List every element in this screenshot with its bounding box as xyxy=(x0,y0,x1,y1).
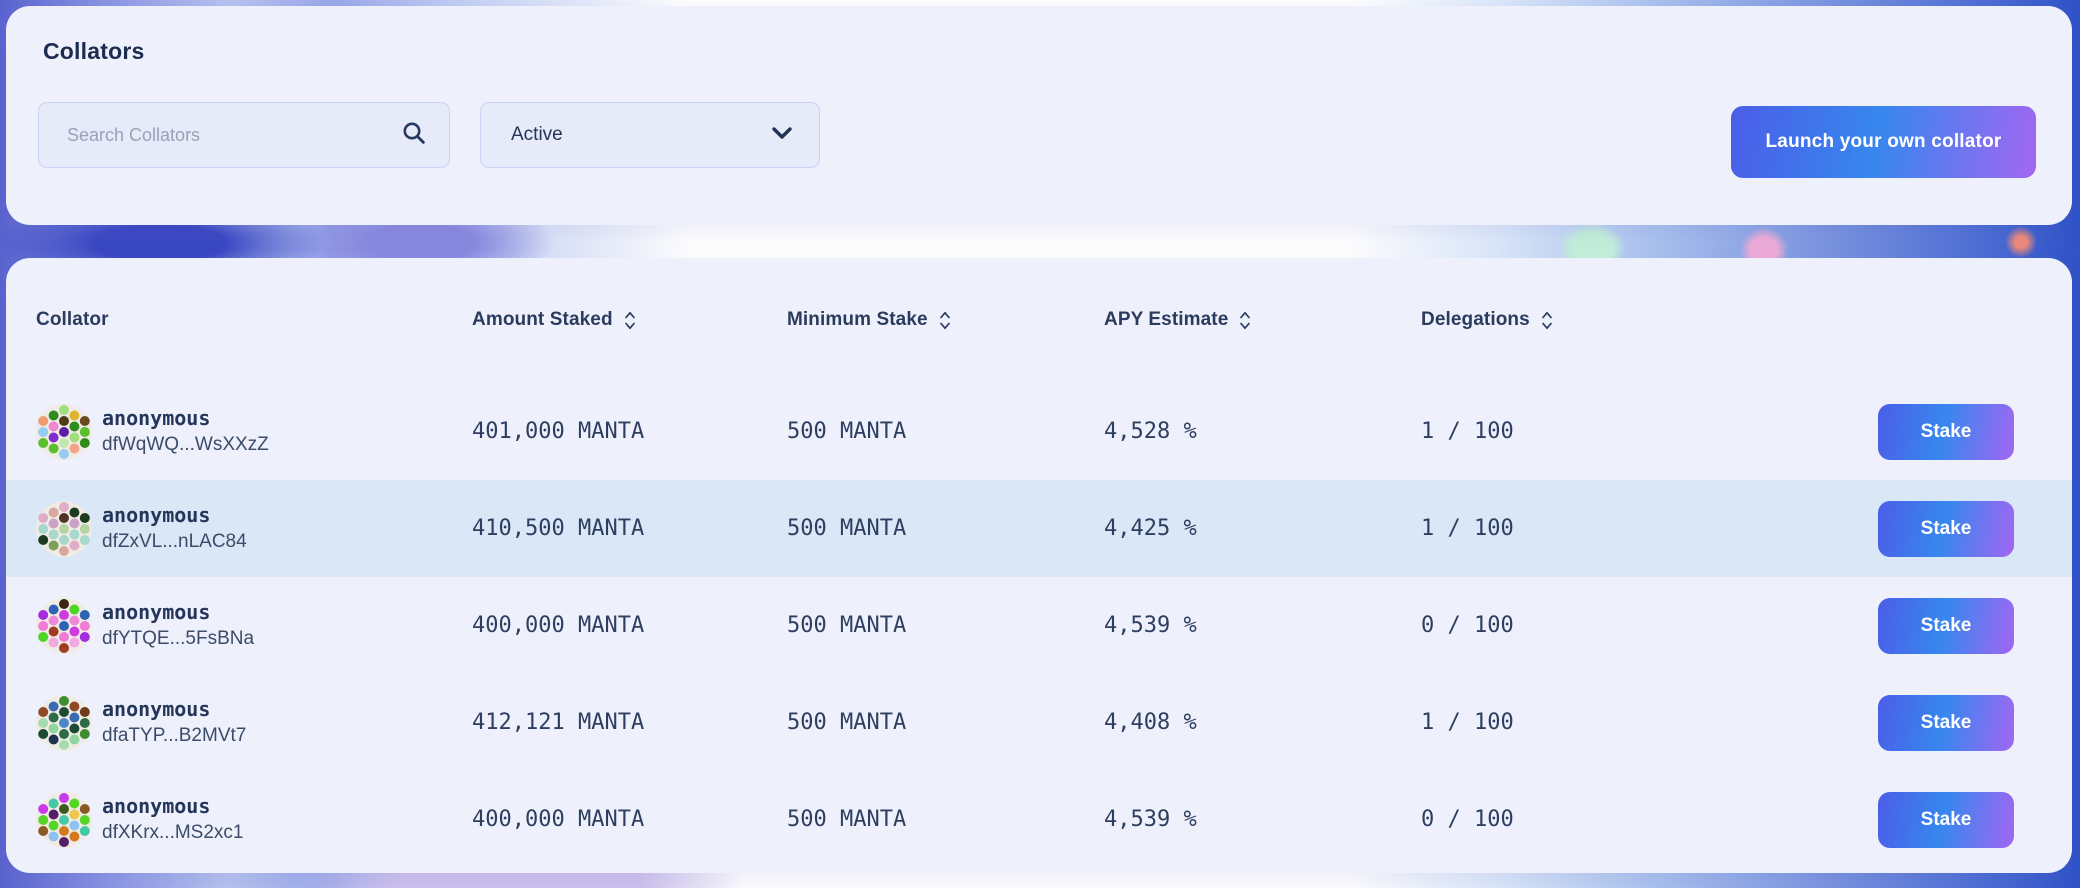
amount-staked-value: 412,121 MANTA xyxy=(472,710,787,735)
sort-arrows-icon[interactable] xyxy=(938,309,952,332)
collator-address: dfYTQE...5FsBNa xyxy=(102,626,254,652)
collator-name: anonymous xyxy=(102,502,247,529)
table-row: anonymous dfXKrx...MS2xc1 400,000 MANTA … xyxy=(6,771,2072,868)
collator-name: anonymous xyxy=(102,405,269,432)
column-header-amount-staked[interactable]: Amount Staked xyxy=(472,309,787,332)
apy-estimate-value: 4,408 % xyxy=(1104,710,1421,735)
table-header-row: Collator Amount Staked Minimum Stake APY Es… xyxy=(6,298,2072,342)
collator-address: dfXKrx...MS2xc1 xyxy=(102,820,244,846)
collator-identicon-avatar xyxy=(36,695,92,751)
stake-button[interactable]: Stake xyxy=(1878,404,2014,460)
table-row: anonymous dfWqWQ...WsXXzZ 401,000 MANTA … xyxy=(6,383,2072,480)
collator-address: dfZxVL...nLAC84 xyxy=(102,529,247,555)
column-header-delegations[interactable]: Delegations xyxy=(1421,309,1878,332)
column-header-label: APY Estimate xyxy=(1104,309,1228,331)
delegations-value: 1 / 100 xyxy=(1421,516,1878,541)
collator-address: dfWqWQ...WsXXzZ xyxy=(102,432,269,458)
collator-cell: anonymous dfZxVL...nLAC84 xyxy=(36,501,472,557)
collator-name: anonymous xyxy=(102,696,246,723)
collator-address: dfaTYP...B2MVt7 xyxy=(102,723,246,749)
collator-cell: anonymous dfXKrx...MS2xc1 xyxy=(36,792,472,848)
delegations-value: 0 / 100 xyxy=(1421,807,1878,832)
table-body: anonymous dfWqWQ...WsXXzZ 401,000 MANTA … xyxy=(6,383,2072,868)
collator-cell: anonymous dfYTQE...5FsBNa xyxy=(36,598,472,654)
table-row: anonymous dfZxVL...nLAC84 410,500 MANTA … xyxy=(6,480,2072,577)
amount-staked-value: 400,000 MANTA xyxy=(472,807,787,832)
collator-identicon-avatar xyxy=(36,792,92,848)
collator-identicon-avatar xyxy=(36,501,92,557)
column-header-label: Delegations xyxy=(1421,309,1530,331)
page-title: Collators xyxy=(43,38,144,65)
minimum-stake-value: 500 MANTA xyxy=(787,516,1104,541)
minimum-stake-value: 500 MANTA xyxy=(787,419,1104,444)
stake-button[interactable]: Stake xyxy=(1878,792,2014,848)
delegations-value: 0 / 100 xyxy=(1421,613,1878,638)
column-header-minimum-stake[interactable]: Minimum Stake xyxy=(787,309,1104,332)
chevron-down-icon xyxy=(771,126,793,145)
search-box[interactable] xyxy=(38,102,450,168)
collators-table-panel: Collator Amount Staked Minimum Stake APY Es… xyxy=(6,258,2072,873)
delegations-value: 1 / 100 xyxy=(1421,710,1878,735)
column-header-label: Amount Staked xyxy=(472,309,613,331)
status-filter-dropdown[interactable]: Active xyxy=(480,102,820,168)
collator-name: anonymous xyxy=(102,793,244,820)
search-icon xyxy=(401,120,427,151)
apy-estimate-value: 4,528 % xyxy=(1104,419,1421,444)
column-header-apy-estimate[interactable]: APY Estimate xyxy=(1104,309,1421,332)
collator-identicon-avatar xyxy=(36,598,92,654)
sort-arrows-icon[interactable] xyxy=(1238,309,1252,332)
collators-toolbar-panel: Collators Active Launch your own collato… xyxy=(6,6,2072,225)
search-input[interactable] xyxy=(67,125,401,146)
apy-estimate-value: 4,425 % xyxy=(1104,516,1421,541)
sort-arrows-icon[interactable] xyxy=(1540,309,1554,332)
stake-button[interactable]: Stake xyxy=(1878,598,2014,654)
apy-estimate-value: 4,539 % xyxy=(1104,807,1421,832)
delegations-value: 1 / 100 xyxy=(1421,419,1878,444)
collator-name: anonymous xyxy=(102,599,254,626)
table-row: anonymous dfaTYP...B2MVt7 412,121 MANTA … xyxy=(6,674,2072,771)
minimum-stake-value: 500 MANTA xyxy=(787,613,1104,638)
minimum-stake-value: 500 MANTA xyxy=(787,710,1104,735)
collator-cell: anonymous dfWqWQ...WsXXzZ xyxy=(36,404,472,460)
apy-estimate-value: 4,539 % xyxy=(1104,613,1421,638)
table-row: anonymous dfYTQE...5FsBNa 400,000 MANTA … xyxy=(6,577,2072,674)
collator-identicon-avatar xyxy=(36,404,92,460)
column-header-label: Collator xyxy=(36,309,109,331)
stake-button[interactable]: Stake xyxy=(1878,501,2014,557)
stake-button[interactable]: Stake xyxy=(1878,695,2014,751)
sort-arrows-icon[interactable] xyxy=(623,309,637,332)
launch-collator-button[interactable]: Launch your own collator xyxy=(1731,106,2036,178)
column-header-collator: Collator xyxy=(36,309,472,331)
status-filter-value: Active xyxy=(511,124,563,146)
minimum-stake-value: 500 MANTA xyxy=(787,807,1104,832)
column-header-label: Minimum Stake xyxy=(787,309,928,331)
collator-cell: anonymous dfaTYP...B2MVt7 xyxy=(36,695,472,751)
amount-staked-value: 401,000 MANTA xyxy=(472,419,787,444)
amount-staked-value: 410,500 MANTA xyxy=(472,516,787,541)
amount-staked-value: 400,000 MANTA xyxy=(472,613,787,638)
